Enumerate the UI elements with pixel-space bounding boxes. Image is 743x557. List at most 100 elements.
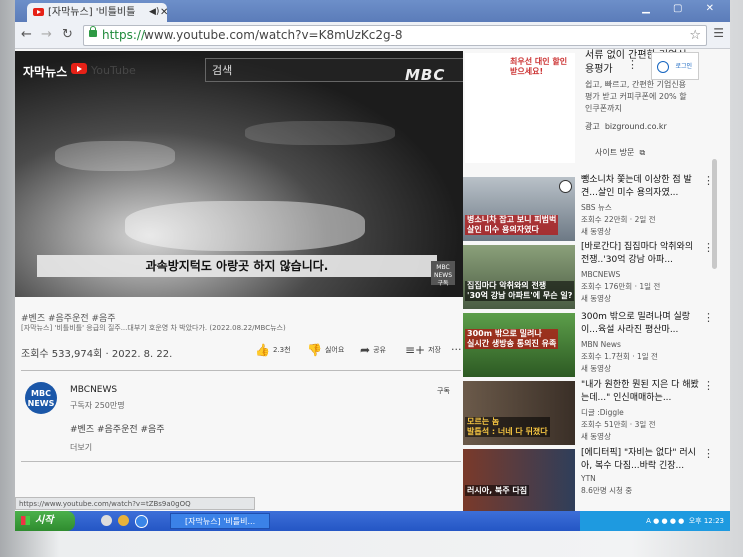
related-title[interactable]: [에디터픽] "자비는 없다" 러시아, 복수 다짐...바락 긴장... (581, 447, 699, 473)
tab-title: [자막뉴스] '비틀비틀 (48, 7, 136, 18)
related-meta: 8.6만명 시청 중 (581, 486, 633, 495)
related-channel[interactable]: 디글 :Diggle (581, 407, 624, 418)
thumbnail-caption: 러시아, 북주 다짐 (465, 485, 530, 496)
url-scheme: https:// (102, 28, 146, 42)
status-bar-url: https://www.youtube.com/watch?v=tZBs9a0g… (15, 497, 255, 510)
divider (21, 461, 461, 462)
start-button[interactable]: 시작 (15, 511, 75, 531)
ad-badge: 광고 (585, 122, 600, 131)
browser-tab[interactable]: [자막뉴스] '비틀비틀 ◀) ✕ (27, 3, 168, 22)
description-hashtags[interactable]: #벤즈 #음주운전 #음주 (70, 422, 165, 435)
mbc-watermark: MBC (405, 66, 446, 84)
ad-description: 쉽고, 빠르고, 간편한 기업신용평가 받고 커피쿠폰에 20% 할인쿠폰까지 (585, 80, 687, 113)
chrome-quicklaunch-icon[interactable] (118, 515, 129, 526)
video-menu-icon[interactable]: ⋮ (703, 311, 714, 324)
video-frame-light (125, 201, 365, 251)
related-title[interactable]: 뺑소니차 쫓는데 이상한 점 발견...살인 미수 용의자였... (581, 174, 699, 200)
related-thumbnail[interactable]: 300m 밖으로 밀려나 실시간 생방송 통의진 유족 (463, 313, 575, 377)
channel-name[interactable]: MBCNEWS (70, 385, 117, 395)
youtube-logo-icon[interactable] (71, 63, 87, 74)
thumbnail-caption: 집집마다 악취와의 전쟁 '30억 강남 아파트'에 무슨 일? (465, 281, 575, 301)
browser-menu-icon[interactable]: ☰ (713, 26, 724, 40)
windows-taskbar: 시작 [자막뉴스] '비틀비... A ● ● ● ● 오후 12:23 (15, 511, 730, 531)
bookmark-star-icon[interactable]: ☆ (689, 26, 701, 45)
new-badge: 새 동영상 (581, 432, 611, 441)
thumbs-up-icon: 👍 (255, 343, 270, 357)
related-thumbnail[interactable]: 러시아, 북주 다짐 (463, 449, 575, 511)
logo-text: 자막뉴스 (23, 65, 68, 79)
account-icon (657, 61, 669, 73)
related-meta: 조회수 176만회 · 1일 전 (581, 282, 661, 291)
tray-icons[interactable]: A ● ● ● ● (646, 517, 689, 525)
related-title[interactable]: 300m 밖으로 밀려나며 실랑이...육설 사라진 평산마... (581, 311, 699, 337)
related-thumbnail[interactable]: 병소니차 잡고 보니 피범벅 살인 미수 용의자였다 (463, 177, 575, 241)
like-button[interactable]: 👍 2.3천 (255, 343, 291, 357)
forward-arrow-icon[interactable]: → (41, 27, 52, 42)
ad-menu-icon[interactable]: ⋮ (627, 58, 638, 71)
close-tab-icon[interactable]: ✕ (160, 3, 168, 22)
divider (21, 370, 461, 371)
channel-corner-badge[interactable]: MBC NEWS 구독 (431, 261, 455, 287)
video-player[interactable]: 자막뉴스 YouTube 검색 MBC 과속방지턱도 아랑곳 하지 않습니다. … (15, 51, 463, 297)
related-meta: 조회수 51만회 · 3일 전 (581, 420, 656, 429)
screen: [자막뉴스] '비틀비틀 ◀) ✕ ▁ ▢ ✕ ← → ↻ https:// w… (0, 0, 743, 557)
save-button[interactable]: ≡+ 저장 (405, 343, 441, 357)
view-count-date: 조회수 533,974회 · 2022. 8. 22. (21, 349, 173, 360)
start-label: 시작 (35, 515, 54, 526)
related-title[interactable]: "내가 원한한 뭔된 지은 다 해봤는데..." 인신매매하는... (581, 379, 699, 405)
related-thumbnail[interactable]: 집집마다 악취와의 전쟁 '30억 강남 아파트'에 무슨 일? (463, 245, 575, 309)
browser-tab-strip: [자막뉴스] '비틀비틀 ◀) ✕ ▁ ▢ ✕ (15, 0, 730, 22)
video-menu-icon[interactable]: ⋮ (703, 379, 714, 392)
new-badge: 새 동영상 (581, 227, 611, 236)
address-bar[interactable]: https:// www.youtube.com/watch?v=K8mUzKc… (83, 25, 707, 46)
external-link-icon: ⧉ (639, 148, 646, 157)
youtube-wordmark: YouTube (91, 64, 136, 77)
scrollbar-thumb[interactable] (712, 159, 717, 269)
thumbnail-caption: 병소니차 잡고 보니 피범벅 살인 미수 용의자였다 (465, 215, 559, 235)
ie-quicklaunch-icon[interactable] (135, 515, 148, 528)
subscribe-button[interactable]: 구독 (437, 386, 450, 396)
show-more-link[interactable]: 더보기 (70, 442, 92, 453)
thumbnail-caption: 300m 밖으로 밀려나 실시간 생방송 통의진 유족 (465, 329, 559, 349)
channel-avatar[interactable]: MBC NEWS (25, 382, 57, 414)
dislike-button[interactable]: 👎 싫어요 (307, 343, 344, 357)
login-button[interactable]: 로그인 (651, 52, 699, 80)
reload-icon[interactable]: ↻ (62, 27, 73, 42)
taskbar-chrome-window[interactable]: [자막뉴스] '비틀비... (170, 513, 270, 529)
window-controls[interactable]: ▁ ▢ ✕ (642, 3, 724, 14)
video-subtitle: 과속방지턱도 아랑곳 하지 않습니다. (37, 255, 437, 277)
audio-playing-icon[interactable]: ◀) (149, 3, 159, 22)
login-label: 로그인 (675, 63, 692, 70)
ad-source: 광고 bizground.co.kr (585, 121, 667, 132)
clock[interactable]: 오후 12:23 (689, 517, 724, 525)
video-frame-light (245, 121, 395, 145)
taskbar-task-label: [자막뉴스] '비틀비... (185, 517, 256, 526)
lock-icon (89, 26, 97, 37)
thumbnail-caption: 모르는 놈 발톱석 : 너네 다 뒤졌다 (465, 417, 550, 437)
back-arrow-icon[interactable]: ← (21, 27, 32, 42)
related-meta: 조회수 1.7천회 · 1일 전 (581, 352, 658, 361)
related-thumbnail[interactable]: 모르는 놈 발톱석 : 너네 다 뒤졌다 (463, 381, 575, 445)
share-icon: ➦ (360, 343, 371, 357)
like-count: 2.3천 (272, 346, 291, 354)
save-label: 저장 (428, 346, 441, 354)
url-text: www.youtube.com/watch?v=K8mUzKc2g-8 (144, 28, 403, 42)
ad-image-text: 최우선 대인 할인받으세요! (510, 57, 568, 76)
windows-logo-icon (21, 516, 30, 525)
new-badge: 새 동영상 (581, 294, 611, 303)
watch-later-icon[interactable] (559, 180, 572, 193)
browser-toolbar: ← → ↻ https:// www.youtube.com/watch?v=K… (15, 22, 730, 49)
video-title: [자막뉴스] '비틀비틀' 응급의 질주...대부기 호운영 차 박았다가. (… (21, 324, 286, 332)
related-channel[interactable]: YTN (581, 473, 596, 484)
related-channel[interactable]: MBN News (581, 339, 621, 350)
video-menu-icon[interactable]: ⋮ (703, 447, 714, 460)
dislike-label: 싫어요 (324, 346, 345, 354)
more-actions-icon[interactable]: ··· (451, 343, 462, 356)
show-desktop-icon[interactable] (101, 515, 112, 526)
related-meta: 조회수 22만회 · 2일 전 (581, 215, 656, 224)
related-channel[interactable]: MBCNEWS (581, 269, 620, 280)
share-button[interactable]: ➦ 공유 (360, 343, 386, 357)
related-title[interactable]: [바로간다] 집집마다 악취와의 전쟁..'30억 강남 아파... (581, 241, 699, 267)
related-channel[interactable]: SBS 뉴스 (581, 202, 612, 213)
visit-site-button[interactable]: 사이트 방문 ⧉ (595, 147, 645, 158)
